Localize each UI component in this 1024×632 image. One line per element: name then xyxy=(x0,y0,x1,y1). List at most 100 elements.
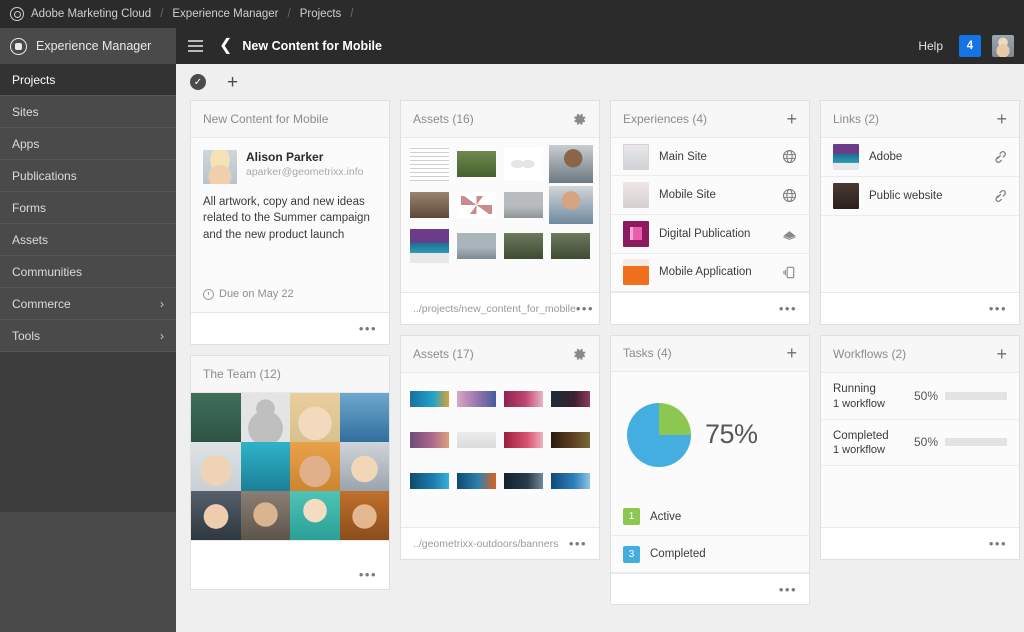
asset-thumbnail[interactable] xyxy=(407,462,451,500)
card-header: Assets (17) xyxy=(401,336,599,373)
breadcrumb-projects[interactable]: Projects xyxy=(300,8,342,20)
sidebar-item-label: Publications xyxy=(12,169,77,183)
sidebar-item-forms[interactable]: Forms xyxy=(0,192,176,224)
asset-thumbnail[interactable] xyxy=(549,186,593,224)
publication-icon xyxy=(782,226,797,241)
experience-row-mobile-site[interactable]: Mobile Site xyxy=(611,176,809,215)
asset-thumbnail[interactable] xyxy=(454,421,498,459)
plus-icon[interactable]: + xyxy=(786,344,797,362)
more-dots-icon[interactable]: ••• xyxy=(989,537,1007,550)
check-circle-icon[interactable]: ✓ xyxy=(190,74,206,90)
workflow-count: 1 workflow xyxy=(833,398,885,410)
asset-thumbnail[interactable] xyxy=(549,227,593,265)
sidebar-item-projects[interactable]: Projects xyxy=(0,64,176,96)
asset-thumbnail[interactable] xyxy=(454,186,498,224)
more-dots-icon[interactable]: ••• xyxy=(989,302,1007,315)
team-avatar[interactable] xyxy=(340,442,390,491)
help-link[interactable]: Help xyxy=(918,39,943,53)
plus-icon[interactable]: + xyxy=(227,73,238,92)
experience-row-mobile-application[interactable]: Mobile Application xyxy=(611,254,809,293)
hamburger-icon[interactable] xyxy=(188,37,203,55)
gear-icon[interactable] xyxy=(572,347,587,362)
sidebar-item-label: Projects xyxy=(12,73,55,87)
asset-thumbnail[interactable] xyxy=(549,145,593,183)
asset-thumbnail[interactable] xyxy=(454,380,498,418)
task-status-active[interactable]: 1 Active xyxy=(611,498,809,535)
breadcrumb-experience-manager[interactable]: Experience Manager xyxy=(172,8,278,20)
asset-thumbnail[interactable] xyxy=(407,421,451,459)
pie-chart-graphic xyxy=(627,403,691,467)
sidebar-item-publications[interactable]: Publications xyxy=(0,160,176,192)
asset-thumbnail[interactable] xyxy=(407,380,451,418)
team-avatar[interactable] xyxy=(340,491,390,540)
team-avatar[interactable] xyxy=(290,442,340,491)
team-avatar[interactable] xyxy=(290,491,340,540)
plus-icon[interactable]: + xyxy=(996,345,1007,363)
workflow-row-running[interactable]: Running 1 workflow 50% xyxy=(821,373,1019,420)
experience-label: Mobile Site xyxy=(659,189,716,201)
status-badge: 1 xyxy=(623,508,640,525)
breadcrumb-separator: / xyxy=(288,8,291,20)
asset-thumbnail[interactable] xyxy=(454,462,498,500)
asset-thumbnail[interactable] xyxy=(454,227,498,265)
card-header: Assets (16) xyxy=(401,101,599,138)
link-row-public-website[interactable]: Public website xyxy=(821,177,1019,216)
asset-thumbnail-grid xyxy=(401,373,599,507)
clock-icon xyxy=(203,289,214,300)
more-dots-icon[interactable]: ••• xyxy=(569,537,587,550)
experience-row-main-site[interactable]: Main Site xyxy=(611,138,809,177)
asset-thumbnail[interactable] xyxy=(502,462,546,500)
plus-icon[interactable]: + xyxy=(786,110,797,128)
grid-column-4: Links (2) + Adobe Public website xyxy=(820,100,1020,605)
app-header: Experience Manager ❮ New Content for Mob… xyxy=(0,28,1024,64)
task-status-completed[interactable]: 3 Completed xyxy=(611,536,809,573)
asset-thumbnail[interactable] xyxy=(454,145,498,183)
asset-thumbnail[interactable] xyxy=(502,421,546,459)
more-dots-icon[interactable]: ••• xyxy=(359,322,377,335)
experience-thumbnail xyxy=(623,144,649,170)
notification-badge[interactable]: 4 xyxy=(959,35,981,57)
team-avatar[interactable] xyxy=(191,442,241,491)
asset-thumbnail[interactable] xyxy=(549,462,593,500)
asset-thumbnail[interactable] xyxy=(407,227,451,265)
more-dots-icon[interactable]: ••• xyxy=(779,302,797,315)
avatar xyxy=(203,150,237,184)
breadcrumb-adobe-marketing-cloud[interactable]: Adobe Marketing Cloud xyxy=(31,8,151,20)
sidebar-item-apps[interactable]: Apps xyxy=(0,128,176,160)
workflow-label: Running xyxy=(833,382,885,398)
team-avatar[interactable] xyxy=(290,393,340,442)
card-links: Links (2) + Adobe Public website xyxy=(820,100,1020,325)
more-dots-icon[interactable]: ••• xyxy=(779,583,797,596)
gear-icon[interactable] xyxy=(572,112,587,127)
asset-thumbnail[interactable] xyxy=(407,186,451,224)
team-avatar[interactable] xyxy=(191,491,241,540)
app-brand[interactable]: Experience Manager xyxy=(0,28,176,64)
team-avatar[interactable] xyxy=(241,491,291,540)
more-dots-icon[interactable]: ••• xyxy=(576,302,594,315)
team-avatar[interactable] xyxy=(191,393,241,442)
avatar[interactable] xyxy=(992,35,1014,57)
chevron-left-icon[interactable]: ❮ xyxy=(219,38,232,54)
more-dots-icon[interactable]: ••• xyxy=(359,568,377,581)
team-avatar[interactable] xyxy=(241,393,291,442)
experience-row-digital-publication[interactable]: Digital Publication xyxy=(611,215,809,254)
asset-thumbnail[interactable] xyxy=(502,227,546,265)
plus-icon[interactable]: + xyxy=(996,110,1007,128)
sidebar-item-tools[interactable]: Tools › xyxy=(0,320,176,352)
asset-thumbnail[interactable] xyxy=(502,145,546,183)
asset-thumbnail[interactable] xyxy=(502,380,546,418)
tasks-percent-label: 75% xyxy=(705,419,758,450)
team-avatar[interactable] xyxy=(340,393,390,442)
asset-thumbnail[interactable] xyxy=(502,186,546,224)
asset-thumbnail[interactable] xyxy=(407,145,451,183)
asset-thumbnail[interactable] xyxy=(549,380,593,418)
sidebar-item-sites[interactable]: Sites xyxy=(0,96,176,128)
link-row-adobe[interactable]: Adobe xyxy=(821,138,1019,177)
sidebar-item-communities[interactable]: Communities xyxy=(0,256,176,288)
workflow-row-completed[interactable]: Completed 1 workflow 50% xyxy=(821,420,1019,467)
sidebar-item-label: Communities xyxy=(12,265,82,279)
asset-thumbnail[interactable] xyxy=(549,421,593,459)
sidebar-item-assets[interactable]: Assets xyxy=(0,224,176,256)
team-avatar[interactable] xyxy=(241,442,291,491)
sidebar-item-commerce[interactable]: Commerce › xyxy=(0,288,176,320)
